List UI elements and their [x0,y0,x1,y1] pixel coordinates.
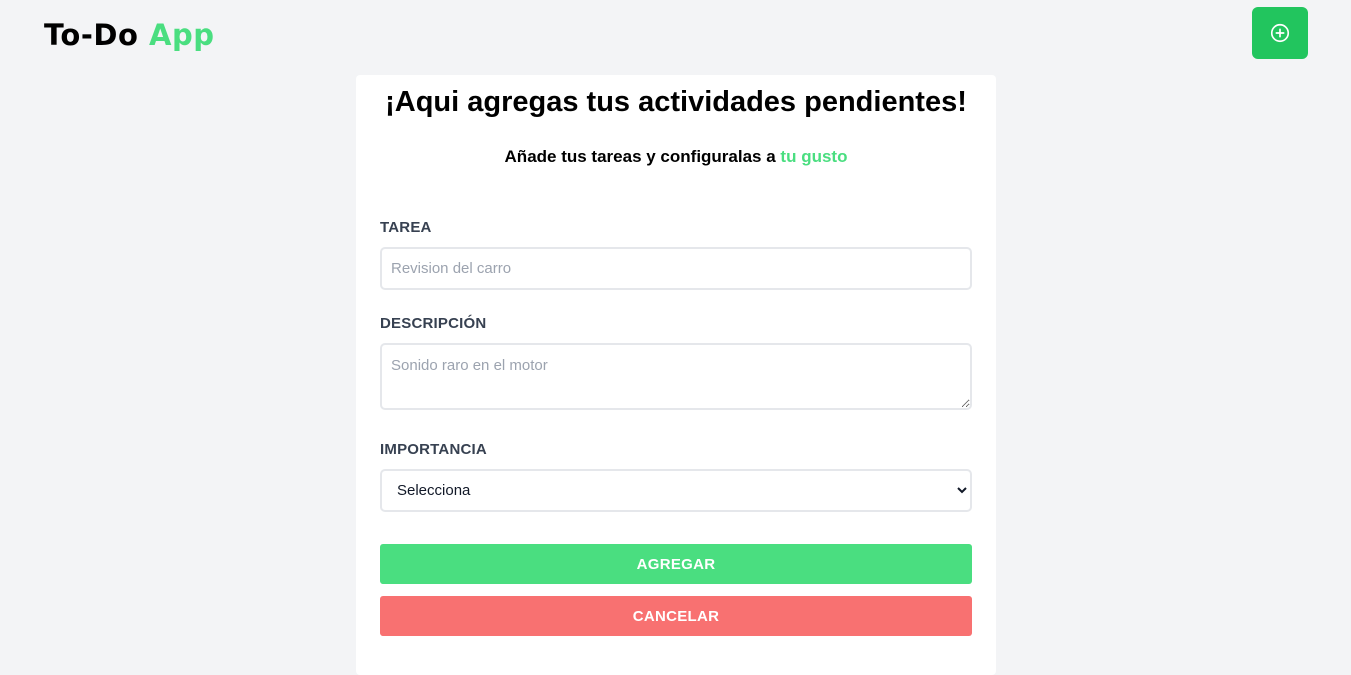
add-task-button[interactable] [1252,7,1308,59]
plus-circle-icon [1270,23,1290,43]
description-label: DESCRIPCIÓN [380,315,487,332]
app-header: To-Do App [0,0,1351,70]
cancel-button[interactable]: CANCELAR [380,596,972,636]
logo-main-text: To-Do [44,18,139,52]
app-logo: To-Do App [44,18,214,52]
subtitle-accent: tu gusto [780,147,848,166]
task-label: TAREA [380,219,432,236]
form-subtitle: Añade tus tareas y configuralas a tu gus… [356,147,996,167]
form-title: ¡Aqui agregas tus actividades pendientes… [385,86,967,118]
logo-accent-text: App [149,18,215,52]
importance-select[interactable]: Selecciona [380,469,972,512]
importance-label: IMPORTANCIA [380,441,487,458]
subtitle-main: Añade tus tareas y configuralas a [504,147,776,166]
task-input[interactable] [380,247,972,290]
task-form-card: ¡Aqui agregas tus actividades pendientes… [356,75,996,675]
description-textarea[interactable] [380,343,972,410]
submit-button[interactable]: AGREGAR [380,544,972,584]
